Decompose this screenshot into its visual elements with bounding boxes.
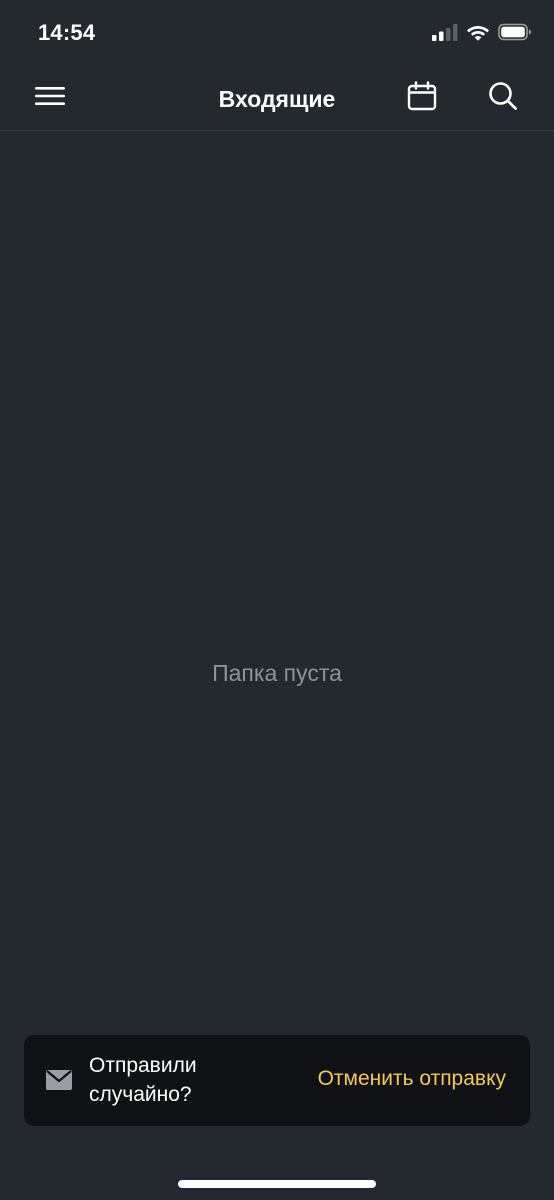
cancel-send-button[interactable]: Отменить отправку [318, 1067, 506, 1091]
status-icons [432, 22, 532, 46]
calendar-button[interactable] [400, 76, 444, 120]
wifi-icon [466, 23, 490, 46]
snackbar-message-line-2: случайно? [89, 1083, 192, 1106]
cellular-signal-icon [432, 23, 458, 46]
envelope-icon [46, 1069, 72, 1091]
mail-inbox-screen: 14:54 Входящие Папка пуста Отправили слу… [0, 0, 554, 1200]
snackbar-message: Отправили случайно? [89, 1051, 269, 1109]
undo-send-snackbar: Отправили случайно? Отменить отправку [24, 1035, 530, 1126]
status-time: 14:54 [38, 20, 96, 45]
battery-icon [498, 23, 532, 46]
empty-folder-message: Папка пуста [212, 660, 342, 686]
navigation-bar: Входящие [0, 68, 554, 131]
search-button[interactable] [481, 76, 525, 120]
calendar-icon [407, 80, 437, 116]
snackbar-message-line-1: Отправили [89, 1054, 197, 1077]
home-indicator[interactable] [178, 1180, 376, 1188]
page-title: Входящие [218, 86, 336, 112]
status-bar: 14:54 [0, 0, 554, 68]
search-icon [488, 81, 518, 116]
